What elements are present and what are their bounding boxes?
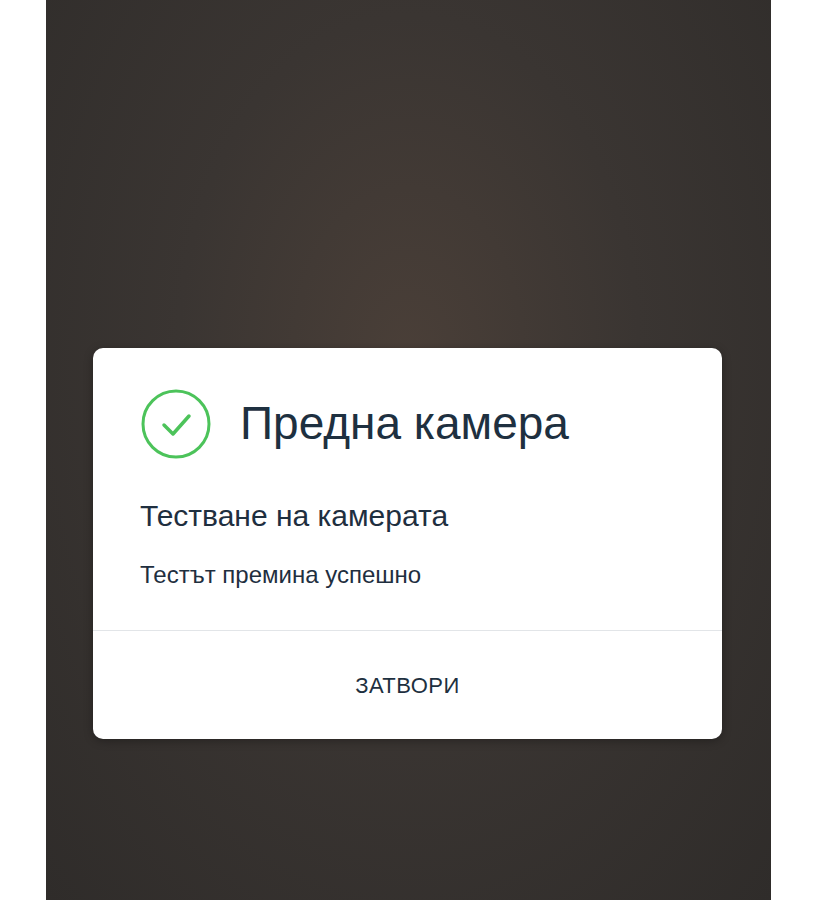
screen: Предна камера Тестване на камерата Тестът … — [0, 0, 816, 900]
dialog-title: Предна камера — [240, 396, 569, 451]
check-circle-icon — [140, 388, 212, 460]
dialog-heading: Тестване на камерата — [140, 496, 675, 535]
dialog-message: Тестът премина успешно — [140, 559, 675, 590]
close-button[interactable]: ЗАТВОРИ — [93, 631, 722, 739]
test-result-dialog: Предна камера Тестване на камерата Тестът … — [93, 348, 722, 739]
